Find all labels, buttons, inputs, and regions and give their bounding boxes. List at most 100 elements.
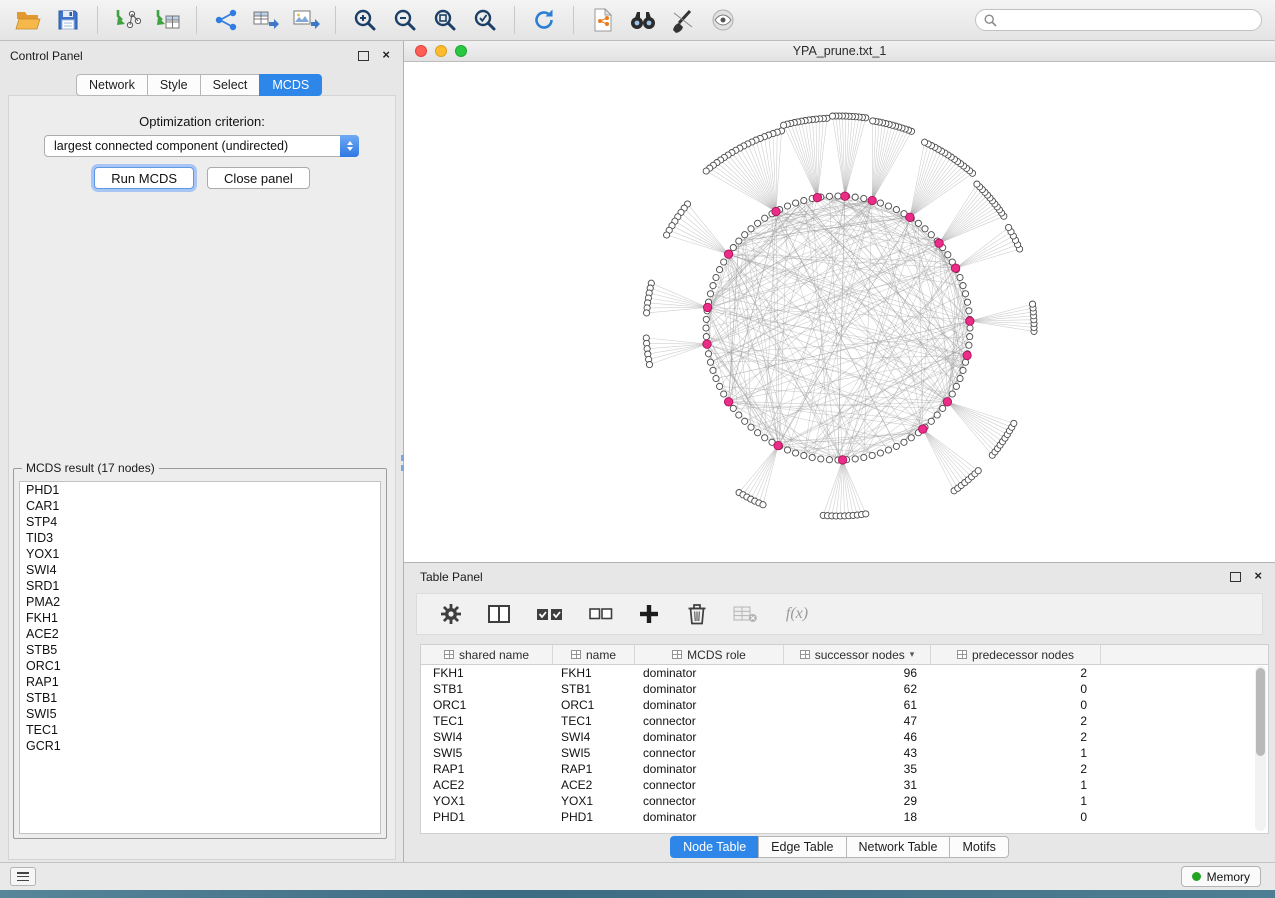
- table-scrollbar[interactable]: [1255, 666, 1266, 831]
- result-item[interactable]: SRD1: [20, 578, 380, 594]
- close-panel-button[interactable]: Close panel: [207, 167, 310, 189]
- show-columns-icon[interactable]: [485, 600, 513, 628]
- table-row[interactable]: TEC1TEC1connector472: [421, 713, 1268, 729]
- memory-button[interactable]: Memory: [1181, 866, 1261, 887]
- result-item[interactable]: ACE2: [20, 626, 380, 642]
- network-svg: [404, 62, 1275, 561]
- export-table-icon[interactable]: [251, 5, 281, 35]
- run-mcds-button[interactable]: Run MCDS: [94, 167, 194, 189]
- close-panel-icon[interactable]: ×: [1254, 568, 1262, 583]
- column-header-name[interactable]: name: [553, 645, 635, 664]
- result-item[interactable]: TEC1: [20, 722, 380, 738]
- table-cell: 62: [784, 682, 931, 696]
- table-cell: 0: [931, 698, 1101, 712]
- control-panel-title: Control Panel: [10, 49, 83, 63]
- select-all-columns-icon[interactable]: [533, 600, 567, 628]
- toolbar-separator: [573, 6, 574, 34]
- tab-mcds[interactable]: MCDS: [259, 74, 322, 96]
- tab-edge-table[interactable]: Edge Table: [758, 836, 845, 858]
- show-graphics-details-icon[interactable]: [708, 5, 738, 35]
- float-panel-icon[interactable]: [1230, 572, 1241, 582]
- result-item[interactable]: STB1: [20, 690, 380, 706]
- import-network-icon[interactable]: [112, 5, 142, 35]
- scrollbar-thumb[interactable]: [1256, 668, 1265, 756]
- table-panel: Table Panel ×: [404, 562, 1275, 862]
- zoom-fit-icon[interactable]: [430, 5, 460, 35]
- tab-network-table[interactable]: Network Table: [846, 836, 950, 858]
- table-row[interactable]: FKH1FKH1dominator962: [421, 665, 1268, 681]
- table-row[interactable]: ORC1ORC1dominator610: [421, 697, 1268, 713]
- network-canvas[interactable]: [404, 62, 1275, 561]
- search-network-icon[interactable]: [628, 5, 658, 35]
- column-type-icon: [957, 650, 967, 659]
- column-header-mcds-role[interactable]: MCDS role: [635, 645, 784, 664]
- table-cell: ORC1: [421, 698, 553, 712]
- table-row[interactable]: RAP1RAP1dominator352: [421, 761, 1268, 777]
- table-rows: FKH1FKH1dominator962STB1STB1dominator620…: [421, 665, 1268, 825]
- float-panel-icon[interactable]: [358, 51, 369, 61]
- clone-document-icon[interactable]: [588, 5, 618, 35]
- result-item[interactable]: SWI4: [20, 562, 380, 578]
- control-panel: Control Panel × Network Style Select MCD…: [0, 41, 404, 862]
- column-header-predecessor-nodes[interactable]: predecessor nodes: [931, 645, 1101, 664]
- save-session-icon[interactable]: [53, 5, 83, 35]
- minimize-window-icon[interactable]: [435, 45, 447, 57]
- table-settings-gear-icon[interactable]: [437, 600, 465, 628]
- tab-node-table[interactable]: Node Table: [670, 836, 758, 858]
- tab-network[interactable]: Network: [76, 74, 147, 96]
- status-menu-button[interactable]: [10, 867, 36, 886]
- global-search-field[interactable]: [975, 9, 1262, 31]
- result-item[interactable]: PMA2: [20, 594, 380, 610]
- search-input[interactable]: [1002, 12, 1253, 28]
- table-cell: connector: [635, 778, 784, 792]
- table-row[interactable]: ACE2ACE2connector311: [421, 777, 1268, 793]
- zoom-selected-icon[interactable]: [470, 5, 500, 35]
- result-item[interactable]: FKH1: [20, 610, 380, 626]
- result-item[interactable]: YOX1: [20, 546, 380, 562]
- apply-style-icon[interactable]: [668, 5, 698, 35]
- table-cell: FKH1: [553, 666, 635, 680]
- hamburger-icon: [17, 872, 29, 881]
- result-item[interactable]: STB5: [20, 642, 380, 658]
- export-network-icon[interactable]: [211, 5, 241, 35]
- tab-select[interactable]: Select: [200, 74, 260, 96]
- toolbar-separator: [196, 6, 197, 34]
- delete-column-icon[interactable]: [683, 600, 711, 628]
- refresh-icon[interactable]: [529, 5, 559, 35]
- mcds-result-list[interactable]: PHD1CAR1STP4TID3YOX1SWI4SRD1PMA2FKH1ACE2…: [19, 481, 381, 834]
- result-item[interactable]: STP4: [20, 514, 380, 530]
- dropdown-stepper-icon[interactable]: [340, 135, 359, 157]
- result-item[interactable]: PHD1: [20, 482, 380, 498]
- node-table: shared name name MCDS role successor nod…: [420, 644, 1269, 834]
- table-row[interactable]: PHD1PHD1dominator180: [421, 809, 1268, 825]
- table-cell: YOX1: [421, 794, 553, 808]
- open-session-icon[interactable]: [13, 5, 43, 35]
- zoom-out-icon[interactable]: [390, 5, 420, 35]
- table-row[interactable]: YOX1YOX1connector291: [421, 793, 1268, 809]
- table-row[interactable]: SWI5SWI5connector431: [421, 745, 1268, 761]
- result-item[interactable]: CAR1: [20, 498, 380, 514]
- maximize-window-icon[interactable]: [455, 45, 467, 57]
- tab-motifs[interactable]: Motifs: [949, 836, 1008, 858]
- result-item[interactable]: TID3: [20, 530, 380, 546]
- result-item[interactable]: RAP1: [20, 674, 380, 690]
- result-item[interactable]: ORC1: [20, 658, 380, 674]
- close-window-icon[interactable]: [415, 45, 427, 57]
- column-type-icon: [444, 650, 454, 659]
- result-item[interactable]: GCR1: [20, 738, 380, 754]
- column-header-shared-name[interactable]: shared name: [421, 645, 553, 664]
- criterion-dropdown[interactable]: largest connected component (undirected): [44, 135, 359, 157]
- unselect-all-columns-icon[interactable]: [587, 600, 615, 628]
- zoom-in-icon[interactable]: [350, 5, 380, 35]
- result-item[interactable]: SWI5: [20, 706, 380, 722]
- tab-style[interactable]: Style: [147, 74, 200, 96]
- table-row[interactable]: SWI4SWI4dominator462: [421, 729, 1268, 745]
- column-header-successor-nodes[interactable]: successor nodes▾: [784, 645, 931, 664]
- table-row[interactable]: STB1STB1dominator620: [421, 681, 1268, 697]
- column-label: shared name: [459, 648, 529, 662]
- create-column-icon[interactable]: [635, 600, 663, 628]
- import-table-icon[interactable]: [152, 5, 182, 35]
- table-cell: 1: [931, 746, 1101, 760]
- export-image-icon[interactable]: [291, 5, 321, 35]
- close-panel-icon[interactable]: ×: [382, 47, 390, 62]
